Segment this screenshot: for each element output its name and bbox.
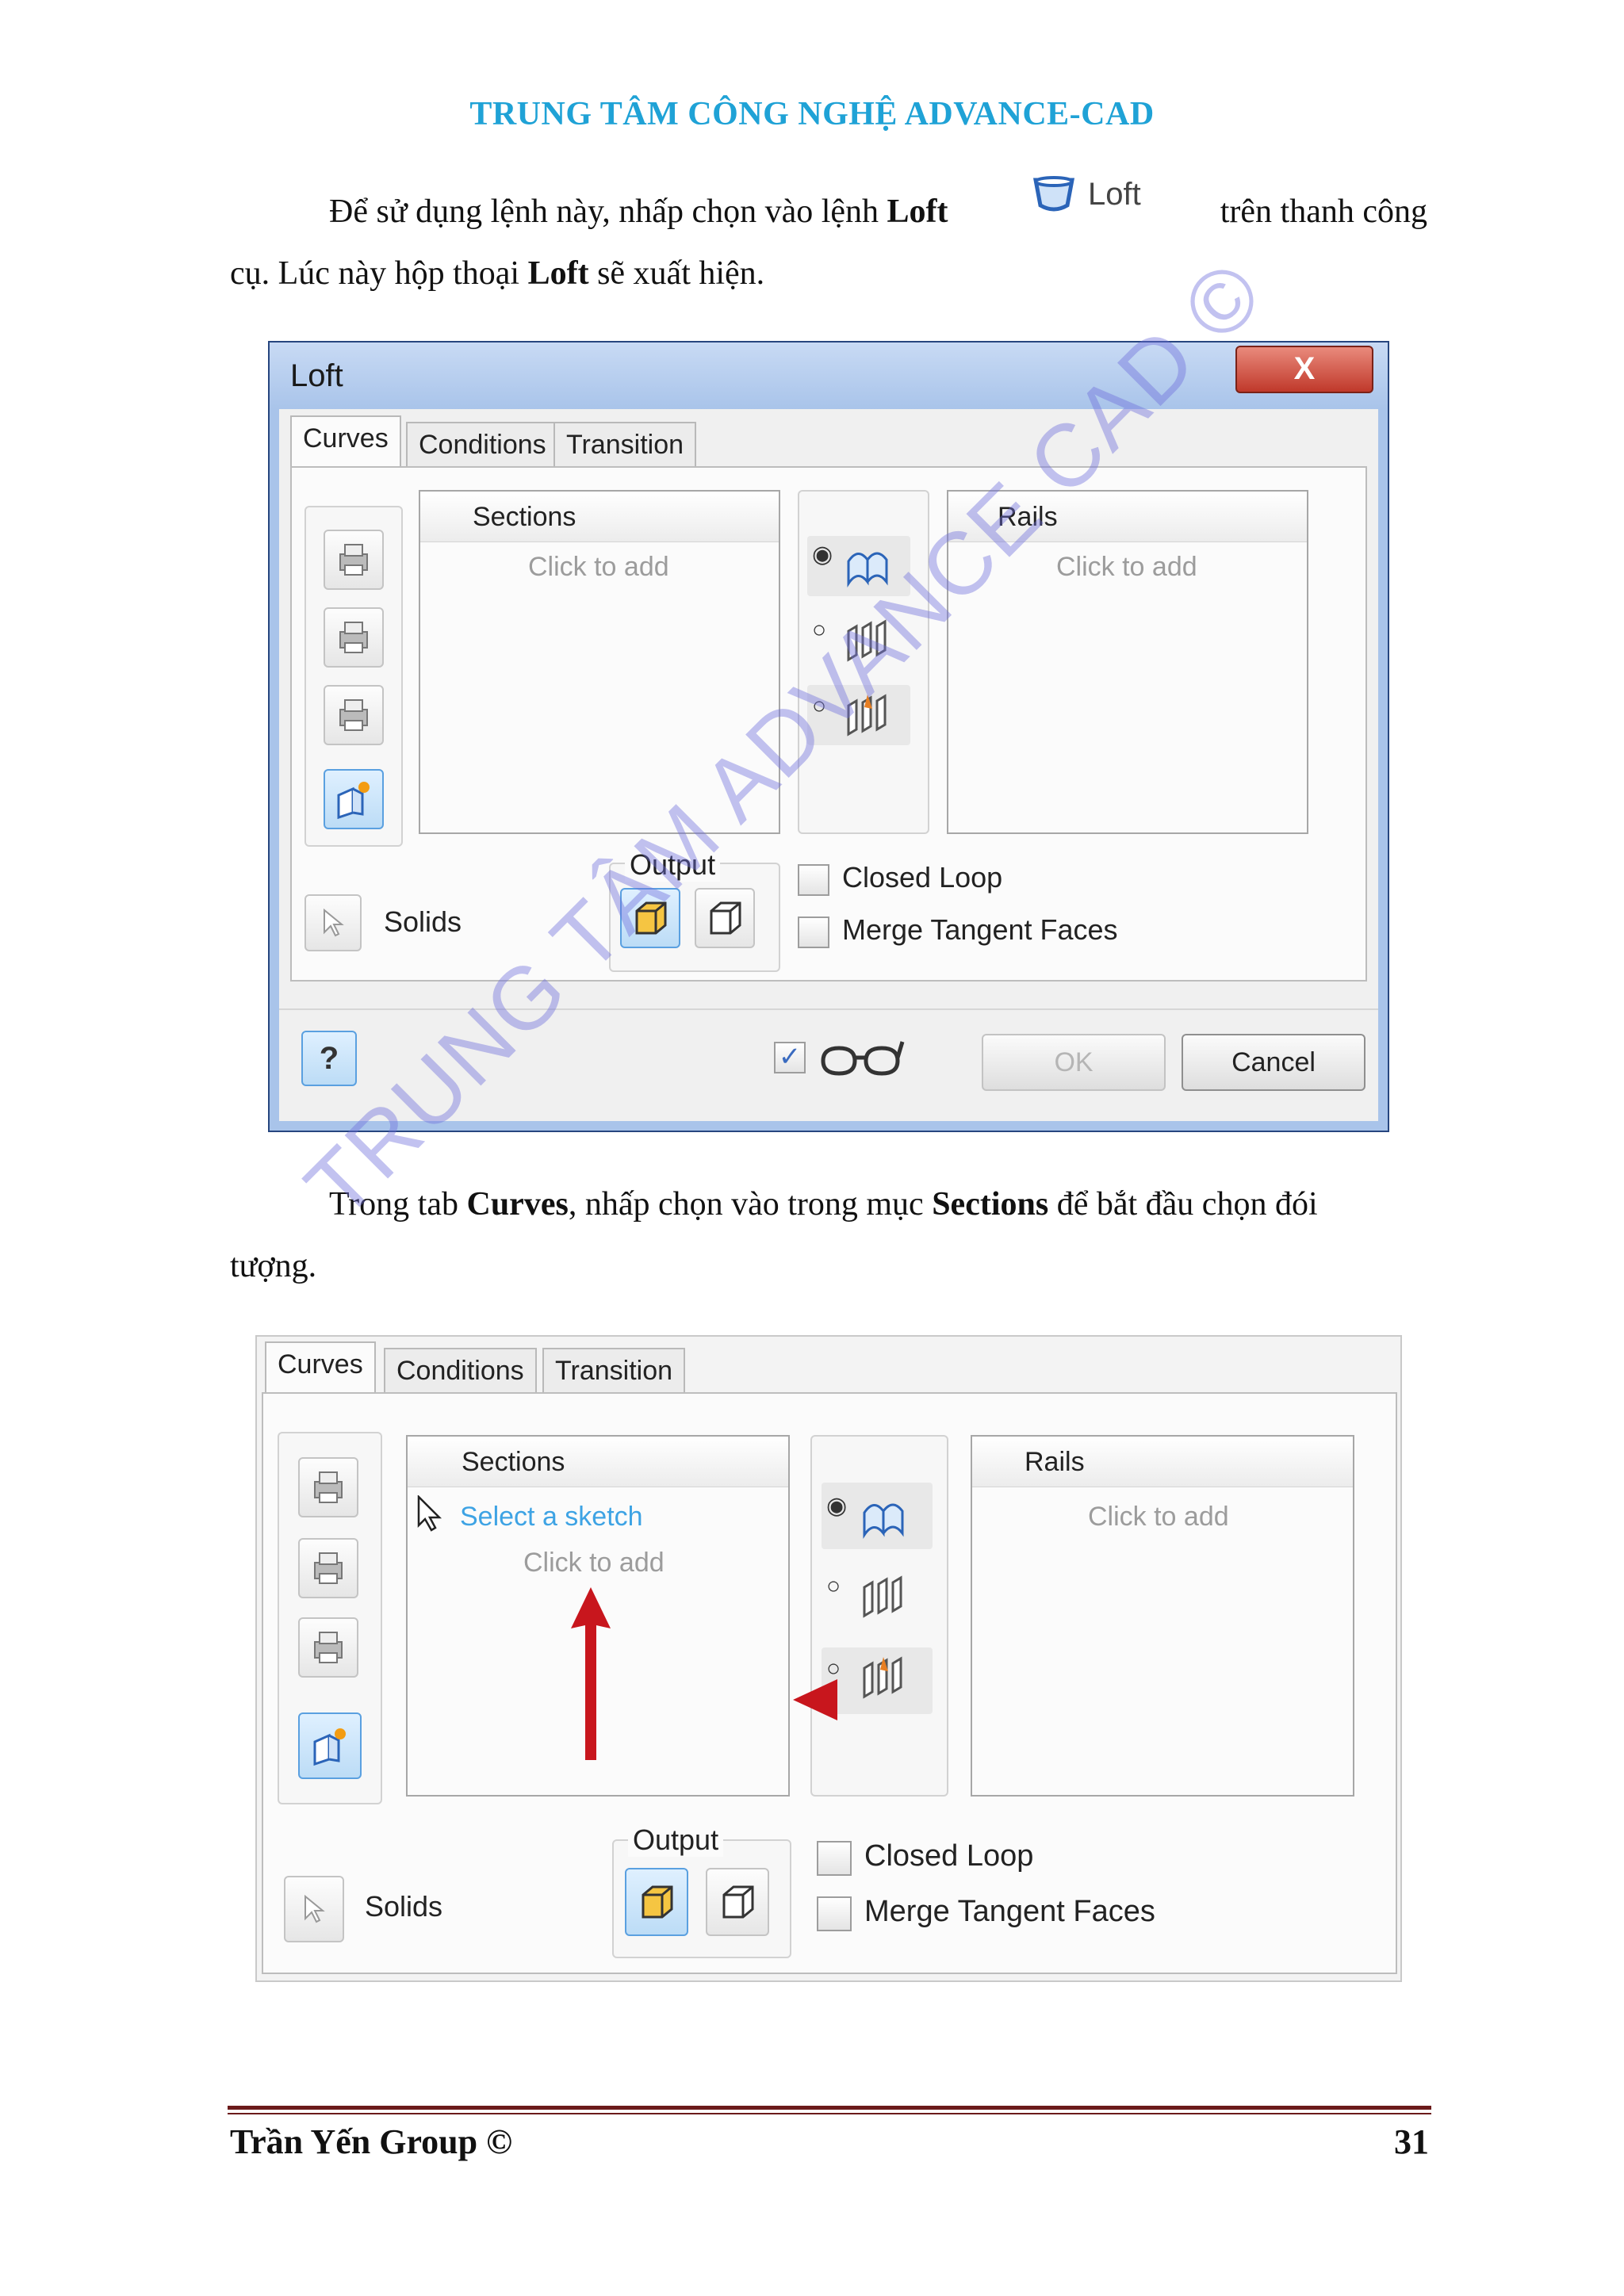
- rails-header-2: Rails: [972, 1437, 1353, 1487]
- printer-icon: [339, 622, 368, 653]
- intro-line-2: cụ. Lúc này hộp thoại Loft sẽ xuất hiện.: [230, 243, 764, 304]
- printer-icon: [339, 699, 368, 731]
- loft-icon: [1032, 176, 1075, 212]
- para2-line-1: Trong tab Curves, nhấp chọn vào trong mụ…: [329, 1173, 1318, 1235]
- para2-bold-curves: Curves: [466, 1186, 569, 1223]
- footer-author: Trần Yến Group ©: [230, 2122, 512, 2161]
- para2-line-2: tượng.: [230, 1248, 317, 1284]
- page-number: 31: [1394, 2122, 1429, 2161]
- rails-radio-2[interactable]: ◉: [826, 1492, 847, 1520]
- curves-tab-screenshot: Curves Conditions Transition Sections Se…: [255, 1335, 1402, 1982]
- move-down-button-2[interactable]: [298, 1538, 358, 1598]
- output-surface-button-2[interactable]: [706, 1868, 769, 1936]
- tab-conditions[interactable]: Conditions: [406, 422, 559, 468]
- red-up-arrow: [571, 1587, 611, 1760]
- sections-header-2: Sections: [408, 1437, 788, 1487]
- intro-bold-loft2: Loft: [527, 255, 589, 292]
- tab-curves-2[interactable]: Curves: [265, 1341, 376, 1394]
- rails-box-2[interactable]: Rails Click to add: [971, 1435, 1354, 1797]
- remove-button-2[interactable]: [298, 1617, 358, 1678]
- cursor-arrow-icon: [304, 1894, 325, 1923]
- solid-box-icon: [642, 1885, 673, 1919]
- para2-bold-sections: Sections: [932, 1186, 1049, 1223]
- section-tools-group-2: [278, 1432, 382, 1804]
- remove-button[interactable]: [324, 685, 384, 745]
- output-surface-button[interactable]: [695, 888, 755, 948]
- output-solid-button-2[interactable]: [625, 1868, 688, 1936]
- sections-placeholder: Click to add: [528, 552, 669, 582]
- merge-tangent-label-2: Merge Tangent Faces: [864, 1895, 1155, 1928]
- tab-conditions-2[interactable]: Conditions: [384, 1348, 537, 1394]
- cancel-button[interactable]: Cancel: [1182, 1034, 1365, 1091]
- add-section-button-2[interactable]: [298, 1712, 362, 1779]
- intro-bold-loft: Loft: [887, 193, 948, 230]
- printer-icon: [314, 1471, 343, 1503]
- rails-placeholder: Click to add: [1056, 552, 1197, 582]
- sections-box-2[interactable]: Sections Select a sketch Click to add: [406, 1435, 790, 1797]
- dialog-title: Loft: [290, 358, 343, 393]
- printer-icon: [339, 544, 368, 576]
- section-tools-group: [304, 506, 403, 847]
- intro-text-a: Để sử dụng lệnh này, nhấp chọn vào lệnh: [329, 193, 887, 230]
- curves-tab-page-2: Sections Select a sketch Click to add ◉ …: [262, 1392, 1397, 1974]
- intro-text-d: sẽ xuất hiện.: [588, 255, 765, 292]
- cursor-arrow-icon: [324, 908, 344, 937]
- centerline-radio-2[interactable]: ○: [826, 1573, 841, 1600]
- merge-tangent-checkbox-2[interactable]: [817, 1896, 852, 1931]
- ok-button[interactable]: OK: [982, 1034, 1166, 1091]
- page-header: TRUNG TÂM CÔNG NGHỆ ADVANCE-CAD: [469, 96, 1155, 132]
- tab-curves[interactable]: Curves: [290, 415, 401, 468]
- area-loft-icon: [863, 1656, 902, 1699]
- solids-label: Solids: [384, 905, 462, 938]
- para2-text-b: , nhấp chọn vào trong mục: [568, 1186, 933, 1223]
- red-left-arrow: [793, 1679, 837, 1720]
- loft-toolbar-button: Loft: [1031, 163, 1182, 226]
- closed-loop-label: Closed Loop: [842, 861, 1003, 894]
- rails-radio[interactable]: ◉: [812, 541, 833, 568]
- loft-toolbar-label: Loft: [1088, 176, 1141, 212]
- sections-placeholder-2: Click to add: [523, 1548, 665, 1578]
- select-sketch-hint: Select a sketch: [460, 1502, 643, 1532]
- solids-select-button[interactable]: [304, 894, 362, 951]
- merge-tangent-checkbox[interactable]: [798, 916, 829, 948]
- solids-label-2: Solids: [365, 1890, 443, 1923]
- surface-box-icon: [722, 1885, 754, 1919]
- intro-text-b: trên thanh công: [1220, 193, 1427, 230]
- preview-checkbox[interactable]: ✓: [774, 1042, 806, 1073]
- closed-loop-label-2: Closed Loop: [864, 1839, 1034, 1873]
- move-down-button[interactable]: [324, 607, 384, 668]
- move-up-button[interactable]: [324, 530, 384, 590]
- para2-text-c: để bắt đầu chọn đói: [1048, 1186, 1318, 1223]
- solids-select-button-2[interactable]: [284, 1876, 344, 1942]
- closed-loop-checkbox[interactable]: [798, 864, 829, 896]
- rails-placeholder-2: Click to add: [1088, 1502, 1229, 1532]
- mouse-cursor-icon: [417, 1495, 442, 1532]
- glasses-icon: [821, 1041, 905, 1076]
- rails-loft-icon: [863, 1503, 904, 1539]
- surface-box-icon: [710, 901, 741, 935]
- printer-icon: [314, 1632, 343, 1663]
- intro-text-c: cụ. Lúc này hộp thoại: [230, 255, 528, 292]
- output-label-2: Output: [628, 1823, 724, 1857]
- shapes-icon: [313, 1728, 346, 1766]
- add-section-button[interactable]: [324, 769, 384, 829]
- close-button[interactable]: X: [1235, 346, 1373, 393]
- printer-icon: [314, 1552, 343, 1584]
- sections-header: Sections: [420, 492, 779, 542]
- footer-rule-thin: [228, 2113, 1431, 2114]
- merge-tangent-label: Merge Tangent Faces: [842, 913, 1118, 946]
- shapes-icon: [337, 782, 370, 820]
- help-button[interactable]: ?: [301, 1031, 357, 1086]
- footer-rule: [228, 2106, 1431, 2110]
- move-up-button-2[interactable]: [298, 1457, 358, 1517]
- loft-type-group-2: ◉ ○ ○: [810, 1435, 948, 1797]
- centerline-loft-icon: [863, 1575, 902, 1618]
- tab-transition-2[interactable]: Transition: [542, 1348, 686, 1394]
- tab-transition[interactable]: Transition: [553, 422, 697, 468]
- closed-loop-checkbox-2[interactable]: [817, 1841, 852, 1876]
